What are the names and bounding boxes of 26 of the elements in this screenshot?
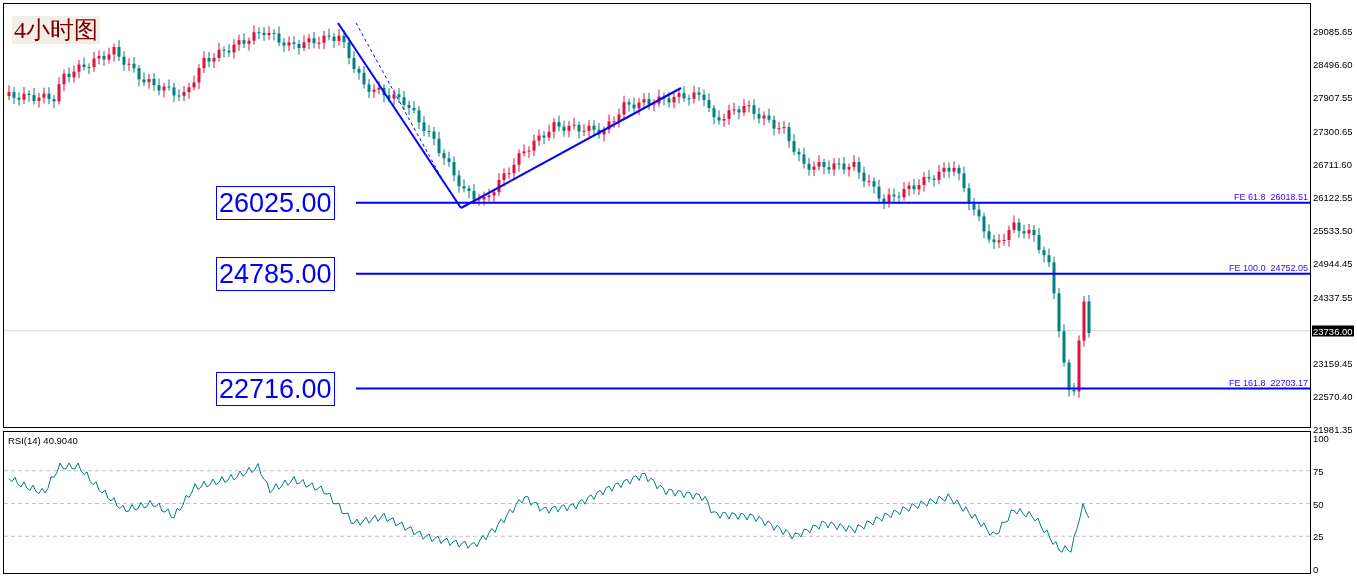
rsi-axis-label: 50	[1312, 498, 1325, 509]
price-axis-label: 21981.35	[1312, 423, 1354, 435]
fibonacci-tag: FE 161.8 22703.17	[1228, 377, 1308, 388]
rsi-axis-label: 25	[1312, 530, 1325, 542]
price-axis-label: 26122.55	[1312, 191, 1354, 203]
rsi-axis-label: 100	[1312, 432, 1329, 444]
current-price-label: 23736.00	[1312, 325, 1354, 337]
price-axis-label: 27907.55	[1312, 91, 1354, 103]
price-level-label: 24785.00	[216, 256, 335, 291]
price-axis-label: 22570.40	[1312, 390, 1354, 402]
price-axis-label: 29085.65	[1312, 25, 1354, 37]
price-axis-label: 25533.50	[1312, 224, 1354, 236]
fibonacci-tag: FE 61.8 26018.51	[1233, 191, 1308, 202]
rsi-axis-label: 0	[1312, 563, 1320, 575]
price-axis-label: 24337.55	[1312, 291, 1354, 303]
rsi-axis-label: 75	[1312, 465, 1325, 477]
price-axis-label: 27300.65	[1312, 125, 1354, 137]
chart-title: 4小时图	[12, 16, 100, 44]
price-axis-label: 28496.60	[1312, 58, 1354, 70]
price-axis-label: 26711.60	[1312, 158, 1353, 170]
price-axis-label: 24944.45	[1312, 257, 1354, 269]
price-level-label: 26025.00	[216, 185, 335, 220]
rsi-label: RSI(14) 40.9040	[8, 435, 78, 446]
fibonacci-tag: FE 100.0 24752.05	[1228, 262, 1308, 273]
price-level-label: 22716.00	[216, 371, 335, 406]
price-axis-label: 23159.45	[1312, 357, 1354, 369]
